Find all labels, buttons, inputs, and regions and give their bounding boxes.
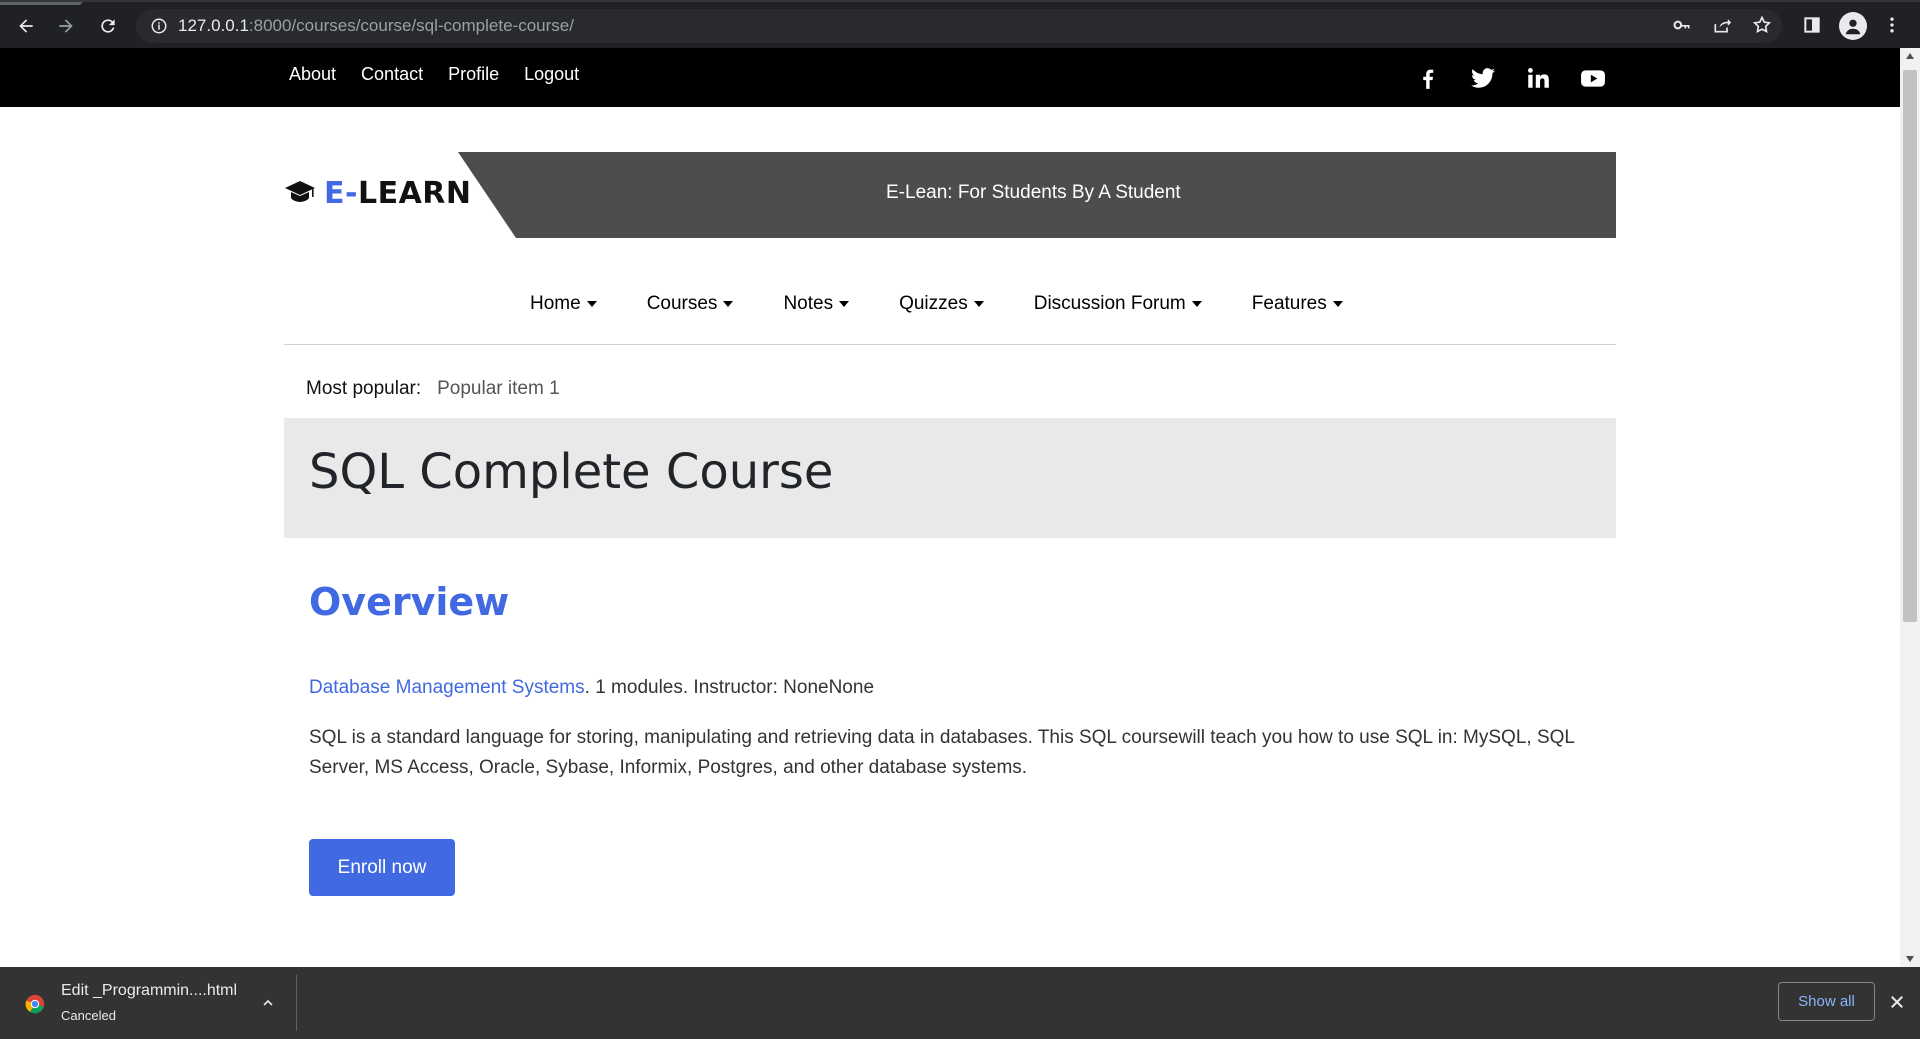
course-description: SQL is a standard language for storing, … (309, 727, 1575, 778)
page-viewport: About Contact Profile Logout E-LEARN E-L… (0, 48, 1900, 967)
page-scrollbar[interactable] (1900, 48, 1920, 967)
nav-quizzes[interactable]: Quizzes (899, 293, 984, 315)
nav-courses[interactable]: Courses (647, 293, 734, 315)
linkedin-link[interactable] (1524, 64, 1552, 92)
logo-prefix: E- (324, 176, 358, 211)
nav-divider (284, 344, 1616, 345)
caret-down-icon (723, 301, 734, 307)
star-icon (1752, 15, 1772, 34)
caret-down-icon (973, 301, 984, 307)
info-icon[interactable] (150, 17, 168, 35)
nav-notes-label: Notes (783, 293, 834, 314)
twitter-icon (1471, 68, 1495, 88)
profile-avatar[interactable] (1839, 12, 1867, 40)
side-panel-icon (1804, 17, 1820, 33)
reload-button[interactable] (94, 12, 122, 40)
browser-toolbar: 127.0.0.1:8000/courses/course/sql-comple… (0, 0, 1920, 48)
course-title-banner: SQL Complete Course (284, 418, 1616, 538)
youtube-icon (1581, 70, 1605, 87)
overview-heading: Overview (309, 580, 510, 624)
download-item[interactable]: Edit _Programmin....html Canceled (0, 967, 296, 1039)
share-button[interactable] (1710, 13, 1734, 37)
site-logo[interactable]: E-LEARN (284, 176, 472, 211)
browser-menu-button[interactable] (1880, 13, 1904, 37)
forward-arrow-icon (59, 19, 73, 33)
scroll-down-arrow-icon[interactable] (1906, 956, 1914, 962)
enroll-button[interactable]: Enroll now (309, 839, 455, 896)
about-link[interactable]: About (289, 64, 336, 85)
nav-features-label: Features (1251, 293, 1327, 314)
reload-icon (101, 19, 115, 33)
most-popular-label: Most popular: (306, 378, 422, 399)
social-links (1414, 64, 1607, 92)
nav-home[interactable]: Home (530, 293, 597, 315)
download-status: Canceled (61, 1008, 116, 1023)
nav-features[interactable]: Features (1252, 293, 1343, 315)
password-key-button[interactable] (1670, 13, 1694, 37)
address-bar[interactable]: 127.0.0.1:8000/courses/course/sql-comple… (136, 9, 1782, 43)
contact-link[interactable]: Contact (361, 64, 423, 85)
scroll-up-arrow-icon[interactable] (1906, 53, 1914, 59)
caret-down-icon (1191, 301, 1202, 307)
most-popular-bar: Most popular: Popular item 1 (306, 378, 560, 400)
caret-down-icon (839, 301, 850, 307)
chrome-icon (25, 994, 45, 1014)
profile-link[interactable]: Profile (448, 64, 499, 85)
close-shelf-button[interactable] (1886, 991, 1908, 1013)
caret-down-icon (586, 301, 597, 307)
caret-down-icon (1332, 301, 1343, 307)
graduation-cap-icon (284, 178, 316, 210)
nav-home-label: Home (530, 293, 581, 314)
bookmark-button[interactable] (1750, 13, 1774, 37)
url-text[interactable]: 127.0.0.1:8000/courses/course/sql-comple… (178, 16, 574, 36)
course-meta: Database Management Systems. 1 modules. … (309, 677, 874, 699)
nav-discussion-forum-label: Discussion Forum (1033, 293, 1186, 314)
back-arrow-icon (19, 19, 33, 33)
twitter-link[interactable] (1469, 64, 1497, 92)
person-icon (1845, 19, 1861, 35)
share-icon (1714, 19, 1732, 33)
url-host: 127.0.0.1 (178, 16, 249, 35)
side-panel-button[interactable] (1800, 13, 1824, 37)
logout-link[interactable]: Logout (524, 64, 579, 85)
kebab-menu-icon (1890, 17, 1894, 33)
nav-discussion-forum[interactable]: Discussion Forum (1034, 293, 1202, 315)
top-bar: About Contact Profile Logout (0, 48, 1900, 107)
subject-link[interactable]: Database Management Systems (309, 677, 585, 698)
linkedin-icon (1528, 68, 1549, 88)
download-shelf: Edit _Programmin....html Canceled Show a… (0, 967, 1920, 1039)
key-icon (1673, 20, 1690, 30)
tagline-text: E-Lean: For Students By A Student (886, 182, 1181, 203)
nav-quizzes-label: Quizzes (899, 293, 968, 314)
tagline-banner: E-Lean: For Students By A Student (458, 152, 1616, 238)
scrollbar-thumb[interactable] (1903, 70, 1917, 622)
youtube-link[interactable] (1579, 64, 1607, 92)
close-icon (1891, 996, 1903, 1008)
course-meta-text: . 1 modules. Instructor: NoneNone (584, 677, 875, 698)
chevron-up-icon[interactable] (260, 995, 276, 1011)
popular-item-link[interactable]: Popular item 1 (437, 378, 560, 400)
download-filename: Edit _Programmin....html (61, 982, 238, 999)
forward-button[interactable] (52, 12, 80, 40)
logo-text: E-LEARN (324, 176, 472, 211)
shelf-separator (296, 975, 297, 1031)
course-title: SQL Complete Course (309, 444, 834, 500)
tab-edge (0, 2, 82, 5)
show-all-button[interactable]: Show all (1778, 982, 1875, 1021)
url-path: :8000/courses/course/sql-complete-course… (248, 16, 574, 35)
nav-courses-label: Courses (646, 293, 718, 314)
facebook-link[interactable] (1414, 64, 1442, 92)
main-nav: Home Courses Notes Quizzes Discussion Fo… (530, 293, 1343, 315)
logo-name: LEARN (357, 176, 472, 211)
nav-notes[interactable]: Notes (783, 293, 850, 315)
top-links: About Contact Profile Logout (289, 64, 579, 85)
facebook-icon (1423, 69, 1434, 89)
back-button[interactable] (12, 12, 40, 40)
